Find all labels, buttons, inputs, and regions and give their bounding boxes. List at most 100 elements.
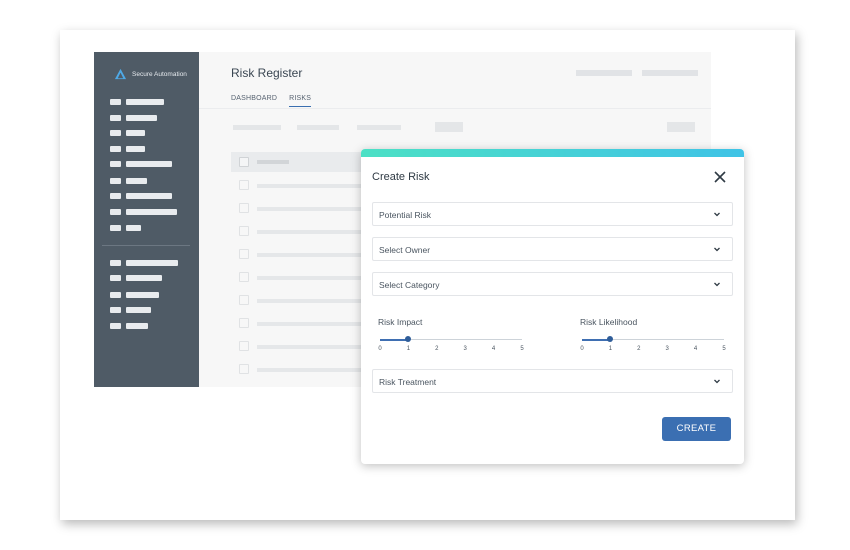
row-checkbox[interactable] — [239, 295, 249, 305]
sidebar-item[interactable] — [110, 323, 148, 329]
sidebar-item-label-placeholder — [126, 260, 178, 266]
sidebar-item-label-placeholder — [126, 292, 159, 298]
logo[interactable]: Secure Automation — [114, 68, 192, 81]
sidebar-item[interactable] — [110, 260, 178, 266]
sidebar-item[interactable] — [110, 275, 162, 281]
select-category-select[interactable]: Select Category — [372, 272, 733, 296]
slider-tick-label: 1 — [406, 346, 411, 352]
row-checkbox[interactable] — [239, 226, 249, 236]
sidebar-item[interactable] — [110, 146, 145, 152]
sidebar-item-icon — [110, 115, 121, 121]
chevron-down-icon — [714, 282, 720, 287]
sidebar-item[interactable] — [110, 130, 145, 136]
tab-risks[interactable]: RISKS — [289, 95, 312, 107]
sidebar-item[interactable] — [110, 161, 172, 167]
sidebar-item-icon — [110, 161, 121, 167]
sidebar-item-label-placeholder — [126, 323, 148, 329]
row-checkbox[interactable] — [239, 364, 249, 374]
sidebar-item-label-placeholder — [126, 178, 147, 184]
select-label: Risk Treatment — [379, 377, 437, 387]
create-button[interactable]: CREATE — [662, 417, 731, 441]
slider-handle[interactable] — [405, 336, 412, 342]
filter-placeholder[interactable] — [233, 125, 281, 130]
divider — [199, 108, 711, 109]
slider-ticks: 0 1 2 3 4 5 — [378, 346, 523, 354]
slider-tick-label: 3 — [665, 346, 669, 352]
sidebar-item[interactable] — [110, 115, 157, 121]
slider-tick-label: 0 — [378, 346, 382, 352]
stage: Secure Automation Risk Register DASHBOAR… — [0, 0, 850, 550]
row-checkbox[interactable] — [239, 203, 249, 213]
sidebar-item-icon — [110, 323, 121, 329]
sidebar-item-label-placeholder — [126, 130, 145, 136]
risk-impact-label: Risk Impact — [378, 317, 423, 327]
slider-handle[interactable] — [607, 336, 614, 342]
risk-treatment-select[interactable]: Risk Treatment — [372, 369, 733, 393]
filter-placeholder[interactable] — [297, 125, 339, 130]
logo-text: Secure Automation — [132, 71, 187, 78]
sidebar-item-label-placeholder — [126, 193, 172, 199]
risk-likelihood-label: Risk Likelihood — [580, 317, 638, 327]
sidebar-item-label-placeholder — [126, 225, 141, 231]
select-owner-select[interactable]: Select Owner — [372, 237, 733, 261]
sidebar-item[interactable] — [110, 292, 159, 298]
sidebar-item-label-placeholder — [126, 161, 172, 167]
close-icon[interactable] — [713, 170, 727, 184]
row-checkbox[interactable] — [239, 272, 249, 282]
sidebar-item-icon — [110, 275, 121, 281]
potential-risk-select[interactable]: Potential Risk — [372, 202, 733, 226]
sidebar-item-label-placeholder — [126, 275, 162, 281]
slider-tick-label: 4 — [491, 346, 496, 352]
sidebar-divider — [102, 245, 190, 246]
slider-fill — [380, 338, 409, 341]
sidebar-item-icon — [110, 260, 121, 266]
sidebar-item-label-placeholder — [126, 146, 145, 152]
sidebar-item-icon — [110, 209, 121, 215]
sidebar-item[interactable] — [110, 307, 151, 313]
select-label: Select Owner — [379, 245, 431, 255]
dialog-accent-bar — [361, 149, 744, 157]
sidebar-item[interactable] — [110, 209, 177, 215]
tab-bar: DASHBOARD RISKS — [231, 95, 312, 107]
row-checkbox[interactable] — [239, 318, 249, 328]
page-title: Risk Register — [231, 66, 303, 80]
sidebar-item-icon — [110, 130, 121, 136]
dialog-title: Create Risk — [372, 171, 430, 183]
header-placeholder — [642, 70, 698, 76]
filter-button-placeholder[interactable] — [435, 122, 463, 132]
chevron-down-icon — [714, 247, 720, 252]
sidebar-item-icon — [110, 292, 121, 298]
select-all-checkbox[interactable] — [239, 157, 249, 167]
select-label: Select Category — [379, 280, 440, 290]
row-checkbox[interactable] — [239, 180, 249, 190]
slider-tick-label: 5 — [722, 346, 726, 352]
sidebar: Secure Automation — [94, 52, 199, 387]
sidebar-item-label-placeholder — [126, 307, 151, 313]
risk-impact-slider[interactable]: 0 1 2 3 4 5 — [378, 336, 524, 358]
sidebar-item[interactable] — [110, 178, 147, 184]
slider-tick-label: 2 — [637, 346, 641, 352]
row-checkbox[interactable] — [239, 341, 249, 351]
risk-likelihood-slider[interactable]: 0 1 2 3 4 5 — [580, 336, 726, 358]
sidebar-item[interactable] — [110, 225, 141, 231]
sidebar-item-label-placeholder — [126, 99, 164, 105]
chevron-down-icon — [714, 212, 720, 217]
create-risk-dialog: Create Risk Potential Risk Select Owner … — [361, 149, 744, 464]
filter-placeholder[interactable] — [357, 125, 401, 130]
tab-dashboard[interactable]: DASHBOARD — [231, 95, 277, 107]
sidebar-item-icon — [110, 178, 121, 184]
sidebar-item[interactable] — [110, 193, 172, 199]
chevron-down-icon — [714, 379, 720, 384]
sidebar-item-label-placeholder — [126, 115, 157, 121]
header-placeholder — [576, 70, 632, 76]
slider-tick-label: 2 — [435, 346, 439, 352]
slider-tick-label: 3 — [463, 346, 467, 352]
slider-tick-label: 4 — [693, 346, 698, 352]
row-checkbox[interactable] — [239, 249, 249, 259]
sidebar-item-icon — [110, 193, 121, 199]
action-button-placeholder[interactable] — [667, 122, 695, 132]
slider-fill — [582, 338, 611, 341]
slider-ticks: 0 1 2 3 4 5 — [580, 346, 726, 354]
sidebar-item-icon — [110, 146, 121, 152]
sidebar-item[interactable] — [110, 99, 164, 105]
